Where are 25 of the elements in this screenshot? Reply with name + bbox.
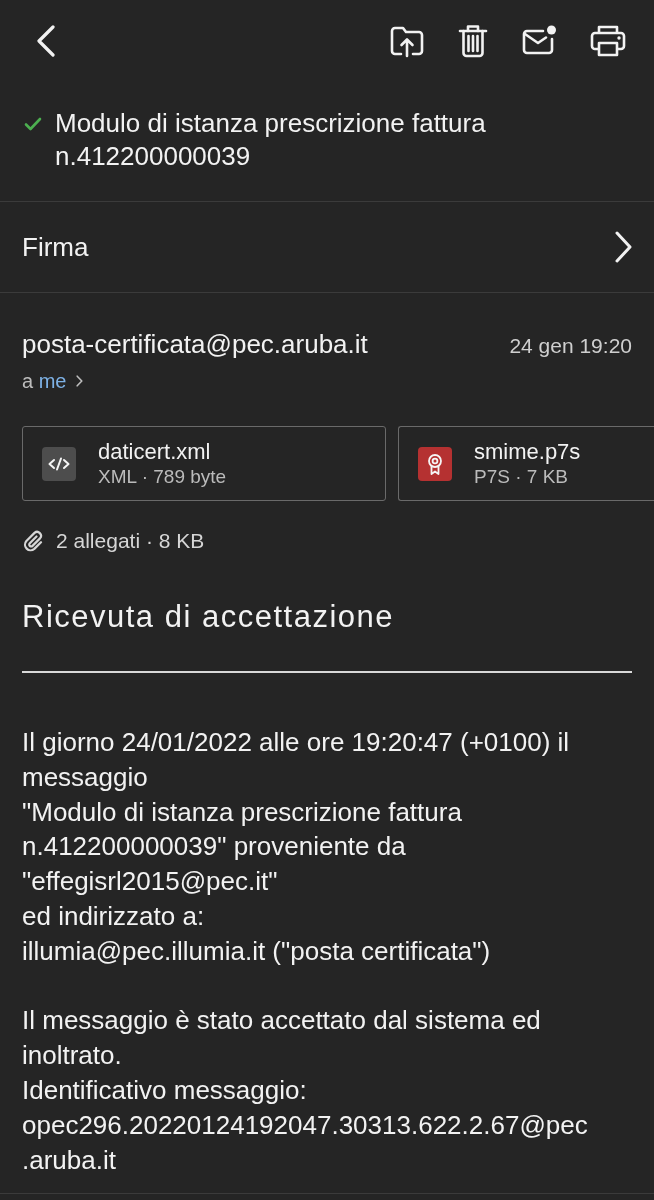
certificate-file-icon bbox=[418, 446, 452, 481]
message-paragraph: Il messaggio è stato accettato dal sistema ed inoltrato. Identificativo messaggio: opec296.20220124192047.30313.622.2.67@pec .aruba.it bbox=[22, 1004, 589, 1177]
attachment-meta: P7S · 7 KB bbox=[474, 464, 569, 489]
attachments-summary: 2 allegati · 8 KB bbox=[56, 528, 205, 554]
chevron-right-icon bbox=[76, 375, 84, 387]
chevron-left-icon bbox=[36, 25, 56, 57]
sender-address: posta-certificata@pec.aruba.it bbox=[22, 328, 368, 360]
attachment-name: daticert.xml bbox=[98, 438, 212, 465]
chevron-right-icon bbox=[614, 231, 632, 263]
recipients-toggle[interactable]: a me bbox=[22, 367, 84, 395]
paperclip-icon bbox=[22, 530, 44, 552]
attachment-meta: XML · 789 byte bbox=[98, 464, 227, 489]
trash-icon bbox=[458, 24, 488, 58]
attachment-name: smime.p7s bbox=[474, 438, 581, 465]
code-file-icon bbox=[42, 446, 76, 481]
printer-icon bbox=[590, 24, 626, 58]
message-paragraph: Il giorno 24/01/2022 alle ore 19:20:47 (+0100) il messaggio "Modulo di istanza prescrizione fattura n.412200000039" proveniente da "effegisrl2015@pec.it" ed indirizzato a: illumia@pec.illumia.it ("posta certificata") bbox=[22, 726, 571, 968]
attachment-card[interactable]: daticert.xml XML · 789 byte bbox=[22, 426, 386, 501]
envelope-dot-icon bbox=[521, 24, 557, 56]
signature-row[interactable]: Firma bbox=[0, 201, 654, 293]
folder-upload-icon bbox=[389, 24, 425, 58]
email-date: 24 gen 19:20 bbox=[509, 333, 632, 359]
attachment-card[interactable]: smime.p7s P7S · 7 KB bbox=[398, 426, 654, 501]
message-title: Ricevuta di accettazione bbox=[22, 598, 396, 636]
email-subject: Modulo di istanza prescrizione fattura n.412200000039 bbox=[55, 107, 487, 173]
